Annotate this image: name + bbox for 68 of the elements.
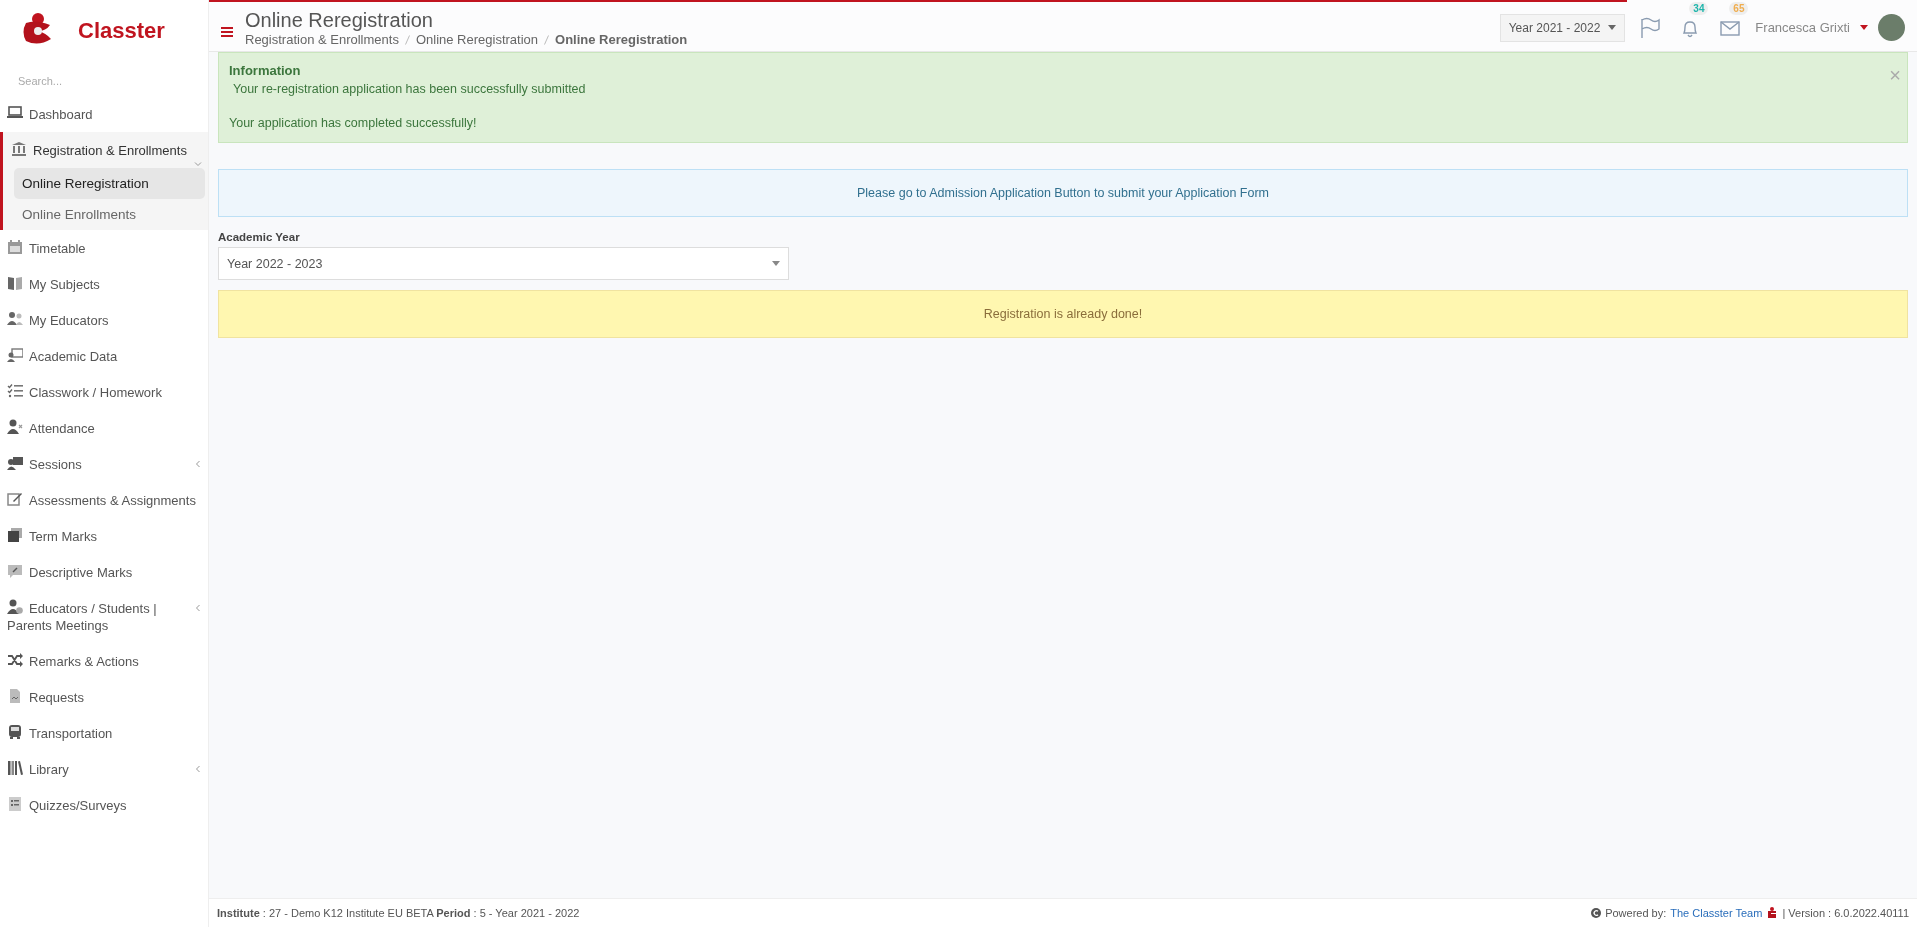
sidebar-item[interactable]: Timetable [3, 230, 208, 266]
bank-icon [11, 141, 27, 157]
comment-icon [7, 563, 23, 579]
academic-year-select[interactable]: Year 2022 - 2023 [218, 247, 789, 280]
count-badge: 65 [1729, 1, 1749, 15]
caret-icon [1860, 25, 1868, 30]
page-title: Online Reregistration [245, 8, 434, 32]
sidebar-item[interactable]: Descriptive Marks [3, 554, 208, 590]
version-text: | Version : 6.0.2022.40111 [1782, 907, 1909, 919]
breadcrumb-link[interactable]: Registration & Enrollments [245, 32, 399, 47]
sidebar-item[interactable]: Academic Data [3, 338, 208, 374]
brand-name: Classter [78, 18, 165, 44]
users-icon [7, 311, 23, 327]
alert-message: Your re-registration application has been successfully submitted [232, 82, 587, 96]
sidebar-item[interactable]: My Subjects [3, 266, 208, 302]
sidebar-item[interactable]: Quizzes/Surveys [3, 787, 208, 823]
menu-icon[interactable] [221, 26, 233, 37]
calendar-icon [7, 239, 23, 255]
sidebar-item[interactable]: Classwork / Homework [3, 374, 208, 410]
bus-icon [7, 724, 23, 740]
warning-message: Registration is already done! [218, 290, 1908, 338]
caret-icon [772, 261, 780, 266]
edit-icon [7, 491, 23, 507]
sidebar-item[interactable]: Attendance [3, 410, 208, 446]
stack-icon [7, 527, 23, 543]
book-icon [7, 275, 23, 291]
document-icon [7, 688, 23, 704]
sidebar-item[interactable]: Term Marks [3, 518, 208, 554]
presentation-icon [7, 347, 23, 363]
sidebar-item[interactable]: Sessions [3, 446, 208, 482]
year-dropdown[interactable]: Year 2021 - 2022 [1499, 13, 1626, 42]
logo-icon [1766, 907, 1779, 919]
flag-icon[interactable] [1639, 16, 1662, 39]
laptop-icon [7, 105, 23, 121]
sidebar-item[interactable]: Educators / Students | Parents Meetings [3, 590, 208, 643]
field-label: Academic Year [218, 231, 301, 243]
footer-info: Institute : 27 - Demo K12 Institute EU BETA Period : 5 - Year 2021 - 2022 [217, 907, 580, 919]
sidebar-item[interactable]: Remarks & Actions [3, 643, 208, 679]
user-clock-icon [7, 599, 23, 615]
user-name[interactable]: Francesca Grixti [1755, 20, 1850, 35]
info-message: Please go to Admission Application Button to submit your Application Form [218, 169, 1908, 217]
breadcrumb-link[interactable]: Online Reregistration [415, 32, 539, 47]
caret-icon [1608, 25, 1617, 30]
shuffle-icon [7, 652, 23, 668]
user-icon [7, 419, 23, 435]
presentation-icon [7, 455, 23, 471]
checklist-icon [7, 383, 23, 399]
submenu-item[interactable]: Online Reregistration [14, 168, 205, 199]
search-field[interactable]: Search... [16, 74, 190, 88]
copyright-icon [1591, 908, 1602, 918]
sidebar-item[interactable]: Transportation [3, 715, 208, 751]
slash-separator-icon [544, 34, 550, 45]
sidebar-item[interactable]: My Educators [3, 302, 208, 338]
alert-title: Information [229, 63, 301, 78]
slash-separator-icon [404, 34, 410, 45]
sidebar-item[interactable]: Requests [3, 679, 208, 715]
count-badge: 34 [1689, 1, 1709, 15]
submenu-item[interactable]: Online Enrollments [14, 199, 205, 230]
sidebar-item[interactable]: Registration & Enrollments [3, 132, 208, 168]
list-icon [7, 796, 23, 812]
team-link[interactable]: The Classter Team [1670, 907, 1763, 919]
alert-message: Your application has completed successfully! [229, 116, 478, 130]
sidebar-item[interactable]: Assessments & Assignments [3, 482, 208, 518]
avatar[interactable] [1878, 14, 1905, 41]
powered-by-text: Powered by: [1605, 907, 1667, 919]
books-icon [7, 760, 23, 776]
sidebar-item[interactable]: Dashboard [3, 96, 208, 132]
sidebar-item[interactable]: Library [3, 751, 208, 787]
